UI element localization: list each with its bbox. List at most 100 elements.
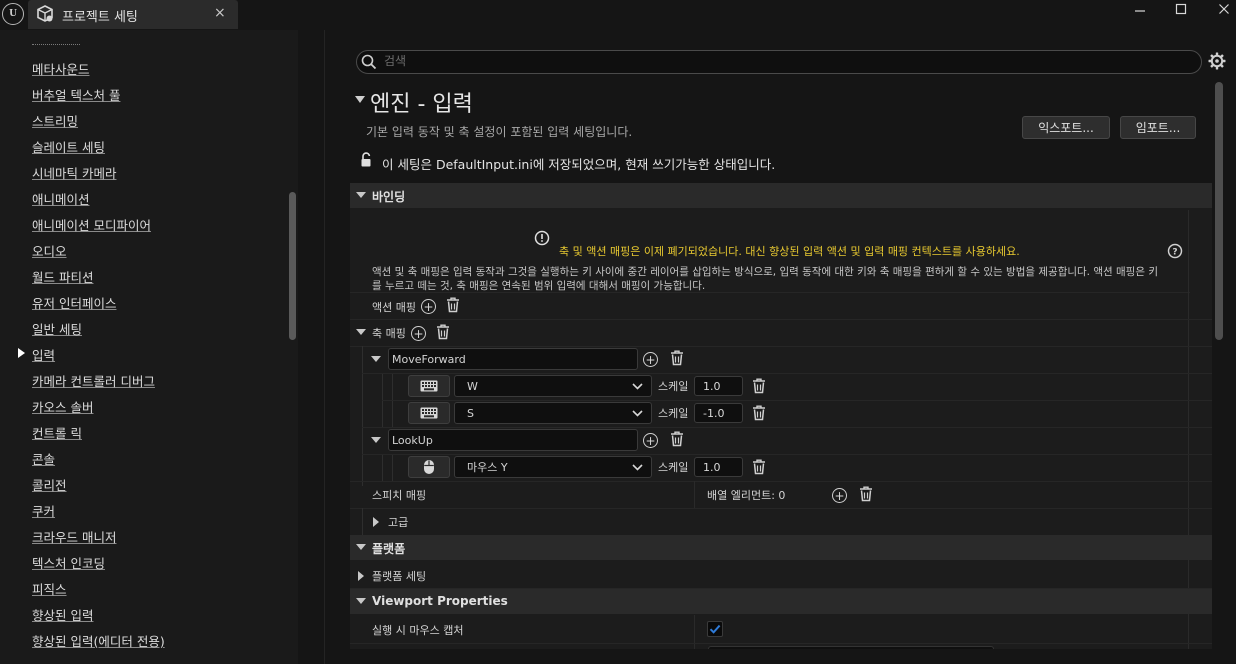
- sidebar-item[interactable]: 시네마틱 카메라: [32, 163, 116, 182]
- tab-title: 프로젝트 세팅: [62, 10, 138, 25]
- minimize-icon[interactable]: [1120, 0, 1160, 18]
- sidebar-item[interactable]: 스트리밍: [32, 111, 78, 130]
- row-divider: [350, 643, 1212, 644]
- speech-mappings-label: 스피치 매핑: [372, 489, 427, 502]
- import-button[interactable]: 임포트...: [1120, 116, 1196, 139]
- details-scrollbar[interactable]: [1215, 82, 1223, 340]
- mouse-icon[interactable]: [408, 456, 450, 478]
- search-icon: [361, 54, 377, 70]
- category-label: Viewport Properties: [372, 594, 508, 608]
- row-divider: [350, 508, 1212, 509]
- keyboard-icon[interactable]: [408, 375, 450, 397]
- axis-name-field[interactable]: MoveForward: [388, 348, 638, 370]
- help-icon[interactable]: ?: [1167, 243, 1183, 259]
- scale-label: 스케일: [658, 461, 689, 474]
- scale-input[interactable]: -1.0: [694, 403, 743, 423]
- axis-name-field[interactable]: LookUp: [388, 429, 638, 451]
- sidebar-item[interactable]: 애니메이션: [32, 189, 90, 208]
- sidebar-item[interactable]: 일반 세팅: [32, 319, 82, 338]
- row-divider: [350, 292, 1190, 293]
- tab-close-icon[interactable]: ×: [214, 5, 226, 21]
- sidebar-item[interactable]: 콘솔: [32, 449, 55, 468]
- section-collapse-icon[interactable]: [355, 96, 365, 103]
- remove-key-icon[interactable]: [752, 378, 766, 394]
- sidebar-item[interactable]: 오디오: [32, 241, 67, 260]
- sidebar-item[interactable]: 버추얼 텍스처 풀: [32, 85, 120, 104]
- remove-all-elements-icon[interactable]: [859, 486, 873, 502]
- keyboard-icon[interactable]: [408, 402, 450, 424]
- warning-icon: [534, 230, 550, 246]
- scale-label: 스케일: [658, 407, 689, 420]
- add-axis-mapping-icon[interactable]: +: [411, 326, 426, 341]
- selected-item-arrow-icon: [18, 348, 25, 358]
- sidebar-item[interactable]: 컨트롤 릭: [32, 423, 82, 442]
- sidebar-item[interactable]: 입력: [32, 345, 55, 364]
- advanced-label: 고급: [388, 516, 409, 529]
- sidebar-item[interactable]: 슬레이트 세팅: [32, 137, 105, 156]
- sidebar-item[interactable]: 카메라 컨트롤러 디버그: [32, 371, 155, 390]
- export-button[interactable]: 익스포트...: [1022, 116, 1110, 139]
- sidebar-item[interactable]: 텍스처 인코딩: [32, 553, 105, 572]
- category-bindings[interactable]: 바인딩: [350, 183, 1212, 208]
- platform-settings-label: 플랫폼 세팅: [372, 570, 427, 583]
- window-close-icon[interactable]: [1204, 0, 1236, 18]
- row-divider: [382, 400, 1212, 401]
- row-divider: [350, 346, 1212, 347]
- row-divider: [362, 427, 1212, 428]
- panel-splitter[interactable]: [298, 30, 324, 664]
- key-select[interactable]: W: [454, 375, 652, 397]
- row-divider: [362, 373, 1212, 374]
- key-select[interactable]: 마우스 Y: [454, 456, 652, 478]
- add-key-icon[interactable]: +: [643, 433, 658, 448]
- left-scrollbar[interactable]: [289, 192, 296, 340]
- collapse-arrow-icon[interactable]: [356, 329, 366, 335]
- indent-guide: [362, 508, 363, 535]
- row-divider: [350, 319, 1212, 320]
- remove-all-axis-mappings-icon[interactable]: [436, 324, 450, 340]
- sidebar-item[interactable]: 쿠커: [32, 501, 55, 520]
- remove-axis-icon[interactable]: [670, 350, 684, 366]
- remove-key-icon[interactable]: [752, 405, 766, 421]
- column-divider: [694, 481, 695, 508]
- key-select-value: S: [467, 406, 474, 420]
- remove-key-icon[interactable]: [752, 459, 766, 475]
- scale-input[interactable]: 1.0: [694, 457, 743, 477]
- expand-arrow-icon[interactable]: [373, 517, 379, 527]
- capture-mouse-checkbox[interactable]: [707, 621, 723, 637]
- sidebar-item[interactable]: 카오스 솔버: [32, 397, 93, 416]
- sidebar-item[interactable]: 콜리전: [32, 475, 67, 494]
- add-action-mapping-icon[interactable]: +: [421, 299, 436, 314]
- remove-all-action-mappings-icon[interactable]: [446, 297, 460, 313]
- row-divider: [350, 481, 1212, 482]
- scale-input[interactable]: 1.0: [694, 376, 743, 396]
- expand-arrow-icon[interactable]: [358, 571, 364, 581]
- key-select[interactable]: S: [454, 402, 652, 424]
- sidebar-item[interactable]: 메타사운드: [32, 59, 90, 78]
- bindings-description: 액션 및 축 매핑은 입력 동작과 그것을 실행하는 키 사이에 중간 레이어를…: [372, 266, 1158, 292]
- sidebar-item[interactable]: 월드 파티션: [32, 267, 93, 286]
- collapse-arrow-icon: [356, 192, 366, 198]
- sidebar-item[interactable]: 유저 인터페이스: [32, 293, 116, 312]
- indent-guide: [392, 454, 393, 481]
- collapse-arrow-icon[interactable]: [371, 437, 381, 443]
- clipped-input-field[interactable]: [708, 646, 994, 649]
- search-input[interactable]: [384, 52, 1184, 70]
- page-subtitle: 기본 입력 동작 및 축 설정이 포함된 입력 세팅입니다.: [366, 125, 633, 139]
- unreal-logo-icon: U: [2, 3, 24, 25]
- sidebar-item[interactable]: 향상된 입력(에디터 전용): [32, 631, 165, 650]
- maximize-icon[interactable]: [1161, 0, 1201, 18]
- sidebar-item[interactable]: 애니메이션 모디파이어: [32, 215, 151, 234]
- sidebar-item[interactable]: 향상된 입력: [32, 605, 93, 624]
- category-platform[interactable]: 플랫폼: [350, 535, 1212, 560]
- add-key-icon[interactable]: +: [643, 352, 658, 367]
- page-title: 엔진 - 입력: [370, 92, 473, 117]
- add-element-icon[interactable]: +: [832, 488, 847, 503]
- remove-axis-icon[interactable]: [670, 431, 684, 447]
- clipped-item: [32, 44, 80, 47]
- category-viewport-properties[interactable]: Viewport Properties: [350, 589, 1212, 614]
- gear-icon[interactable]: [1208, 52, 1226, 70]
- collapse-arrow-icon[interactable]: [371, 356, 381, 362]
- sidebar-item[interactable]: 피직스: [32, 579, 67, 598]
- array-elements-count: 배열 엘리먼트: 0: [707, 489, 786, 502]
- sidebar-item[interactable]: 크라우드 매니저: [32, 527, 116, 546]
